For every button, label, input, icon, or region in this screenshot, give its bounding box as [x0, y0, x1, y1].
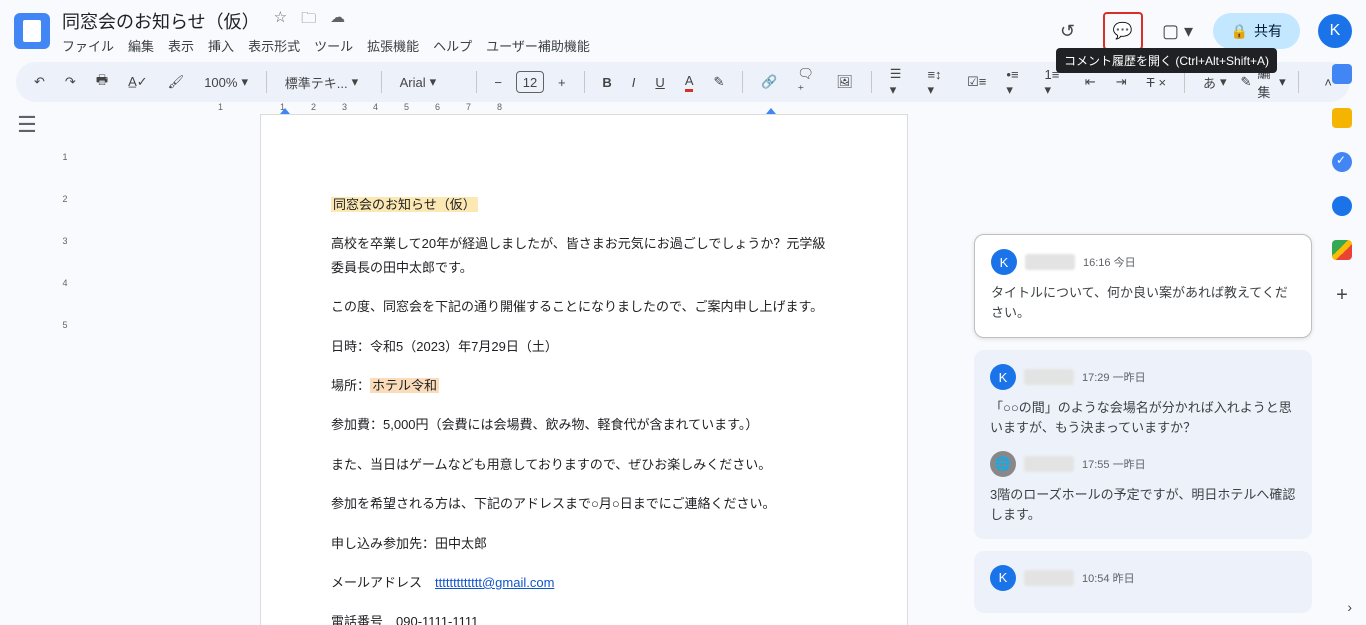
undo-button[interactable]: ↶	[28, 70, 51, 94]
chevron-down-icon: ▾	[1279, 74, 1286, 90]
italic-button[interactable]: I	[626, 71, 642, 94]
move-icon[interactable]: 🗀	[301, 8, 316, 33]
doc-paragraph: 申し込み参加先：田中太郎	[331, 532, 837, 555]
document-outline-button[interactable]: ☰	[17, 112, 37, 625]
paint-format-button[interactable]: 🖌	[162, 70, 191, 94]
comment-timestamp: 17:29 一昨日	[1082, 369, 1146, 385]
comment-author	[1025, 254, 1075, 270]
doc-paragraph: 電話番号 090-1111-1111	[331, 610, 837, 625]
menu-bar: ファイル 編集 表示 挿入 表示形式 ツール 拡張機能 ヘルプ ユーザー補助機能	[62, 36, 590, 55]
comment-icon: 💬	[1113, 21, 1133, 41]
underline-button[interactable]: U	[649, 71, 670, 94]
comment-card[interactable]: K 17:29 一昨日 「○○の間」のような会場名が分かれば入れようと思いますが…	[974, 350, 1312, 539]
comment-avatar: 🌐	[990, 451, 1016, 477]
comment-timestamp: 10:54 昨日	[1082, 570, 1135, 586]
menu-tools[interactable]: ツール	[314, 36, 353, 55]
comment-author	[1024, 570, 1074, 586]
cloud-status-icon[interactable]: ☁	[330, 8, 345, 33]
maps-icon[interactable]	[1332, 240, 1352, 260]
comment-author	[1024, 369, 1074, 385]
doc-paragraph: メールアドレス ttttttttttttt@gmail.com	[331, 571, 837, 594]
comment-timestamp: 16:16 今日	[1083, 254, 1136, 270]
comment-card[interactable]: K 16:16 今日 タイトルについて、何か良い案があれば教えてください。	[974, 234, 1312, 338]
font-select[interactable]: Arial ▾	[394, 70, 464, 94]
calendar-icon[interactable]	[1332, 64, 1352, 84]
text-color-button[interactable]: A	[679, 69, 700, 96]
line-spacing-button[interactable]: ≡↕ ▾	[921, 63, 953, 102]
bold-button[interactable]: B	[596, 71, 617, 94]
redo-button[interactable]: ↷	[59, 70, 82, 94]
zoom-select[interactable]: 100% ▾	[198, 70, 254, 94]
menu-accessibility[interactable]: ユーザー補助機能	[486, 36, 590, 55]
print-button[interactable]: 🖶	[90, 67, 114, 97]
align-button[interactable]: ☰ ▾	[884, 62, 914, 102]
doc-paragraph: 参加費：5,000円（会費には会場費、飲み物、軽食代が含まれています。）	[331, 413, 837, 436]
addons-button[interactable]: +	[1336, 284, 1348, 307]
email-link[interactable]: ttttttttttttt@gmail.com	[435, 575, 554, 590]
insert-link-button[interactable]: 🔗	[755, 70, 783, 94]
doc-paragraph: 参加を希望される方は、下記のアドレスまで○月○日までにご連絡ください。	[331, 492, 837, 515]
highlight-color-button[interactable]: ✎	[707, 70, 730, 94]
comment-avatar: K	[991, 249, 1017, 275]
menu-help[interactable]: ヘルプ	[433, 36, 472, 55]
font-size-increase[interactable]: +	[552, 71, 572, 94]
comment-avatar: K	[990, 364, 1016, 390]
doc-paragraph: 高校を卒業して20年が経過しましたが、皆さまお元気にお過ごしでしょうか？元学級委…	[331, 232, 837, 279]
comment-history-button[interactable]: 💬	[1103, 12, 1143, 50]
pencil-icon: ✎	[1241, 74, 1252, 90]
menu-insert[interactable]: 挿入	[208, 36, 234, 55]
comment-body: 「○○の間」のような会場名が分かれば入れようと思いますが、もう決まっていますか？	[990, 398, 1296, 438]
menu-file[interactable]: ファイル	[62, 36, 114, 55]
contacts-icon[interactable]	[1332, 196, 1352, 216]
comment-author	[1024, 456, 1074, 472]
menu-view[interactable]: 表示	[168, 36, 194, 55]
comment-timestamp: 17:55 一昨日	[1082, 456, 1146, 472]
decrease-indent-button[interactable]: ⇤	[1079, 70, 1102, 94]
comment-card[interactable]: K 10:54 昨日	[974, 551, 1312, 613]
hide-side-panel-button[interactable]: ›	[1347, 599, 1352, 615]
insert-image-button[interactable]: 🖼	[830, 70, 859, 94]
menu-edit[interactable]: 編集	[128, 36, 154, 55]
history-icon[interactable]: ↺	[1051, 14, 1085, 48]
horizontal-ruler[interactable]: 112345678	[218, 100, 868, 114]
increase-indent-button[interactable]: ⇥	[1110, 70, 1133, 94]
account-avatar[interactable]: K	[1318, 14, 1352, 48]
doc-paragraph: 場所：ホテル令和	[331, 374, 837, 397]
keep-icon[interactable]	[1332, 108, 1352, 128]
menu-format[interactable]: 表示形式	[248, 36, 300, 55]
insert-comment-button[interactable]: 🗨⁺	[791, 62, 822, 102]
tasks-icon[interactable]	[1332, 152, 1352, 172]
share-button[interactable]: 🔒 共有	[1213, 13, 1300, 49]
comment-avatar: K	[990, 565, 1016, 591]
comments-pane: K 16:16 今日 タイトルについて、何か良い案があれば教えてください。 K …	[974, 234, 1312, 613]
comment-body: タイトルについて、何か良い案があれば教えてください。	[991, 283, 1295, 323]
spellcheck-button[interactable]: A̲✓	[122, 70, 154, 94]
docs-logo[interactable]	[14, 13, 50, 49]
paragraph-style-select[interactable]: 標準テキ... ▾	[279, 69, 369, 96]
checklist-button[interactable]: ☑≡	[961, 70, 992, 94]
menu-extensions[interactable]: 拡張機能	[367, 36, 419, 55]
doc-paragraph: また、当日はゲームなども用意しておりますので、ぜひお楽しみください。	[331, 453, 837, 476]
document-page[interactable]: 同窓会のお知らせ（仮） 高校を卒業して20年が経過しましたが、皆さまお元気にお過…	[260, 114, 908, 625]
doc-paragraph: この度、同窓会を下記の通り開催することになりましたので、ご案内申し上げます。	[331, 295, 837, 318]
doc-venue-highlight: ホテル令和	[370, 378, 439, 393]
font-size-input[interactable]: 12	[516, 71, 544, 93]
bulleted-list-button[interactable]: •≡ ▾	[1000, 63, 1030, 102]
comment-body: 3階のローズホールの予定ですが、明日ホテルへ確認します。	[990, 485, 1296, 525]
lock-icon: 🔒	[1231, 23, 1248, 40]
tooltip: コメント履歴を開く (Ctrl+Alt+Shift+A)	[1056, 48, 1277, 73]
meet-icon[interactable]: ▢ ▾	[1161, 14, 1195, 48]
doc-title-highlight: 同窓会のお知らせ（仮）	[331, 197, 478, 212]
vertical-ruler[interactable]: 12345	[60, 120, 70, 625]
clear-formatting-button[interactable]: T×	[1141, 71, 1173, 94]
document-title[interactable]: 同窓会のお知らせ（仮）	[62, 8, 260, 34]
font-size-decrease[interactable]: −	[488, 71, 508, 94]
doc-paragraph: 日時：令和5（2023）年7月29日（土）	[331, 335, 837, 358]
side-panel: +	[1318, 56, 1366, 616]
star-icon[interactable]: ☆	[274, 8, 287, 33]
